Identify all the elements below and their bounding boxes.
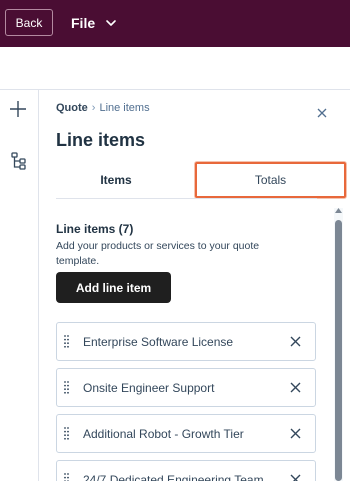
tab-totals[interactable]: Totals <box>195 162 346 198</box>
file-menu[interactable]: File <box>71 9 118 36</box>
file-menu-label: File <box>71 14 96 31</box>
add-line-item-button[interactable]: Add line item <box>56 272 171 303</box>
back-button[interactable]: Back <box>5 9 53 36</box>
breadcrumb: Quote › Line items <box>56 102 150 114</box>
line-item-row[interactable]: Additional Robot - Growth Tier <box>56 414 316 453</box>
remove-icon[interactable] <box>290 382 301 393</box>
scroll-up-arrow-icon[interactable] <box>334 206 343 214</box>
line-item-label: 24/7 Dedicated Engineering Team <box>83 472 264 481</box>
top-navigation-bar: Back File <box>0 0 350 47</box>
breadcrumb-quote-link[interactable]: Quote <box>56 102 88 114</box>
page-title: Line items <box>56 130 146 150</box>
line-item-row[interactable]: 24/7 Dedicated Engineering Team <box>56 460 316 481</box>
close-icon[interactable] <box>316 107 328 119</box>
chevron-down-icon <box>106 19 116 26</box>
remove-icon[interactable] <box>290 428 301 439</box>
line-item-label: Onsite Engineer Support <box>83 380 215 395</box>
line-items-panel: Quote › Line items Line items Items Tota… <box>40 90 350 481</box>
tabs-divider <box>56 198 317 199</box>
section-description: Add your products or services to your qu… <box>56 240 260 267</box>
remove-icon[interactable] <box>290 474 301 481</box>
tab-items[interactable]: Items <box>56 162 176 198</box>
plus-icon[interactable] <box>9 100 27 118</box>
scrollbar-thumb[interactable] <box>335 220 342 481</box>
tree-structure-icon[interactable] <box>11 152 27 170</box>
tab-bar: Items Totals <box>56 162 346 198</box>
left-rail <box>0 90 39 481</box>
line-item-label: Enterprise Software License <box>83 334 234 349</box>
drag-handle-icon[interactable] <box>64 381 69 395</box>
drag-handle-icon[interactable] <box>64 427 69 441</box>
drag-handle-icon[interactable] <box>64 335 69 349</box>
line-item-label: Additional Robot - Growth Tier <box>83 426 244 441</box>
remove-icon[interactable] <box>290 336 301 347</box>
breadcrumb-separator: › <box>91 102 96 114</box>
toolbar-area <box>0 47 350 90</box>
breadcrumb-current: Line items <box>99 102 150 114</box>
drag-handle-icon[interactable] <box>64 473 69 481</box>
section-title: Line items (7) <box>56 222 134 236</box>
line-item-row[interactable]: Enterprise Software License <box>56 322 316 361</box>
line-item-row[interactable]: Onsite Engineer Support <box>56 368 316 407</box>
